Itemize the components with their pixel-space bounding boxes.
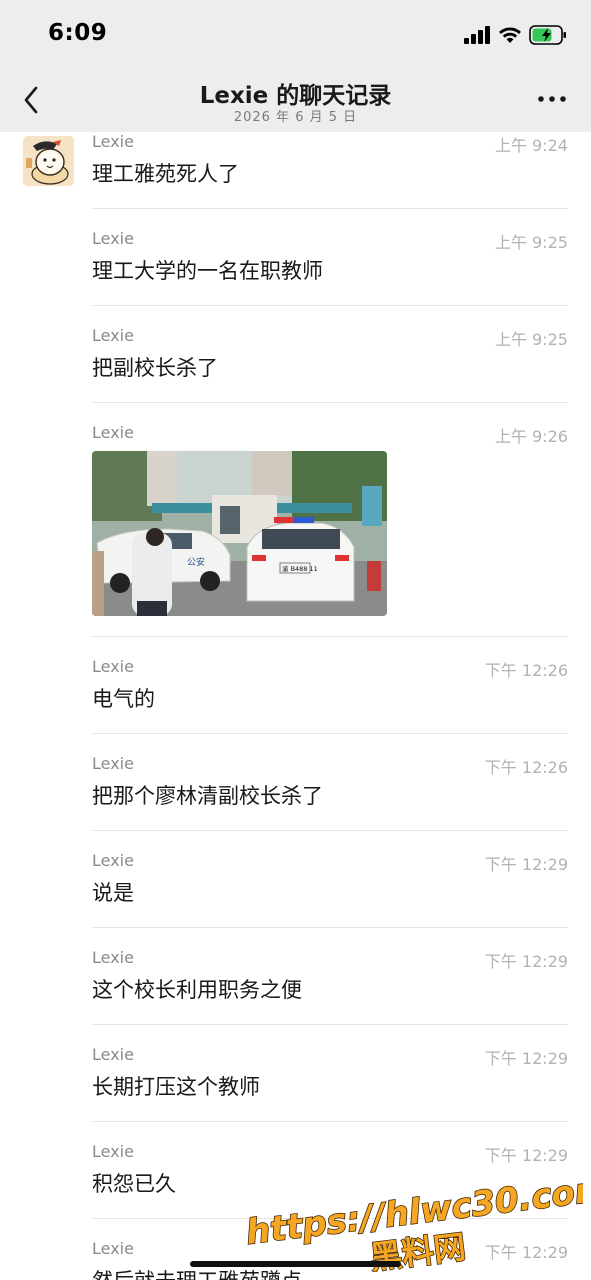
battery-icon [529,25,566,45]
message-item[interactable]: Lexie 下午 12:29 说是 [92,851,568,928]
message-text: 长期打压这个教师 [92,1075,260,1099]
message-time: 上午 9:25 [494,233,568,252]
message-sender: Lexie [92,423,134,442]
top-bar: 6:09 Lexie 的聊天记录 2026 年 6 月 5 日 [0,0,591,132]
message-text: 积怨已久 [92,1172,176,1196]
status-time: 6:09 [48,20,108,46]
message-time: 下午 12:29 [484,952,568,971]
page-subtitle: 2026 年 6 月 5 日 [233,110,358,125]
message-item[interactable]: Lexie 上午 9:25 把副校长杀了 [92,326,568,403]
message-text: 电气的 [92,687,155,711]
message-item[interactable]: Lexie 下午 12:26 电气的 [92,657,568,734]
message-sender: Lexie [92,229,134,248]
message-list[interactable]: Lexie 上午 9:24 理工雅苑死人了 Lexie 上午 9:25 理工大学… [0,132,591,1280]
message-item[interactable]: Lexie 下午 12:26 把那个廖林清副校长杀了 [92,754,568,831]
message-time: 下午 12:29 [484,855,568,874]
status-icons [464,24,567,46]
message-text: 说是 [92,881,134,905]
message-sender: Lexie [92,851,134,870]
message-text: 理工雅苑死人了 [92,162,239,186]
message-text: 把那个廖林清副校长杀了 [92,784,323,808]
message-text: 理工大学的一名在职教师 [92,259,323,283]
message-item[interactable]: Lexie 上午 9:24 理工雅苑死人了 [92,132,568,209]
page-title: Lexie 的聊天记录 [199,83,392,109]
message-time: 上午 9:25 [494,330,568,349]
message-time: 下午 12:26 [484,758,568,777]
message-sender: Lexie [92,326,134,345]
message-time: 上午 9:26 [494,427,568,446]
message-sender: Lexie [92,132,134,151]
message-time: 下午 12:26 [484,661,568,680]
photo-police-cars-image: 公安 渝 B488 11 [92,451,387,616]
message-item[interactable]: Lexie 上午 9:25 理工大学的一名在职教师 [92,229,568,306]
home-indicator[interactable] [190,1261,401,1267]
message-text: 然后就去理工雅苑蹲点 [92,1265,302,1280]
message-sender: Lexie [92,754,134,773]
message-text: 这个校长利用职务之便 [92,978,302,1002]
photo-plate-text: 渝 B488 11 [282,564,318,573]
message-time: 下午 12:29 [484,1146,568,1165]
message-sender: Lexie [92,1239,134,1258]
message-time: 下午 12:29 [484,1049,568,1068]
message-item[interactable]: Lexie 下午 12:29 长期打压这个教师 [92,1045,568,1122]
more-dots-icon[interactable] [537,94,567,104]
message-sender: Lexie [92,948,134,967]
avatar-cartoon-icon [23,136,74,186]
message-item-photo[interactable]: Lexie 上午 9:26 公安 渝 B488 11 [92,423,568,637]
message-sender: Lexie [92,1045,134,1064]
cellular-signal-icon [464,26,490,44]
message-sender: Lexie [92,657,134,676]
message-item[interactable]: Lexie 下午 12:29 这个校长利用职务之便 [92,948,568,1025]
wifi-icon [499,27,521,43]
message-sender: Lexie [92,1142,134,1161]
avatar[interactable] [23,136,74,186]
message-item[interactable]: Lexie 下午 12:29 然后就去理工雅苑蹲点 [92,1239,568,1280]
message-time: 上午 9:24 [494,136,568,155]
message-text: 把副校长杀了 [92,356,218,380]
message-item[interactable]: Lexie 下午 12:29 积怨已久 [92,1142,568,1219]
message-photo[interactable]: 公安 渝 B488 11 [92,451,387,616]
photo-sign-text: 公安 [187,556,205,568]
message-time: 下午 12:29 [484,1243,568,1262]
